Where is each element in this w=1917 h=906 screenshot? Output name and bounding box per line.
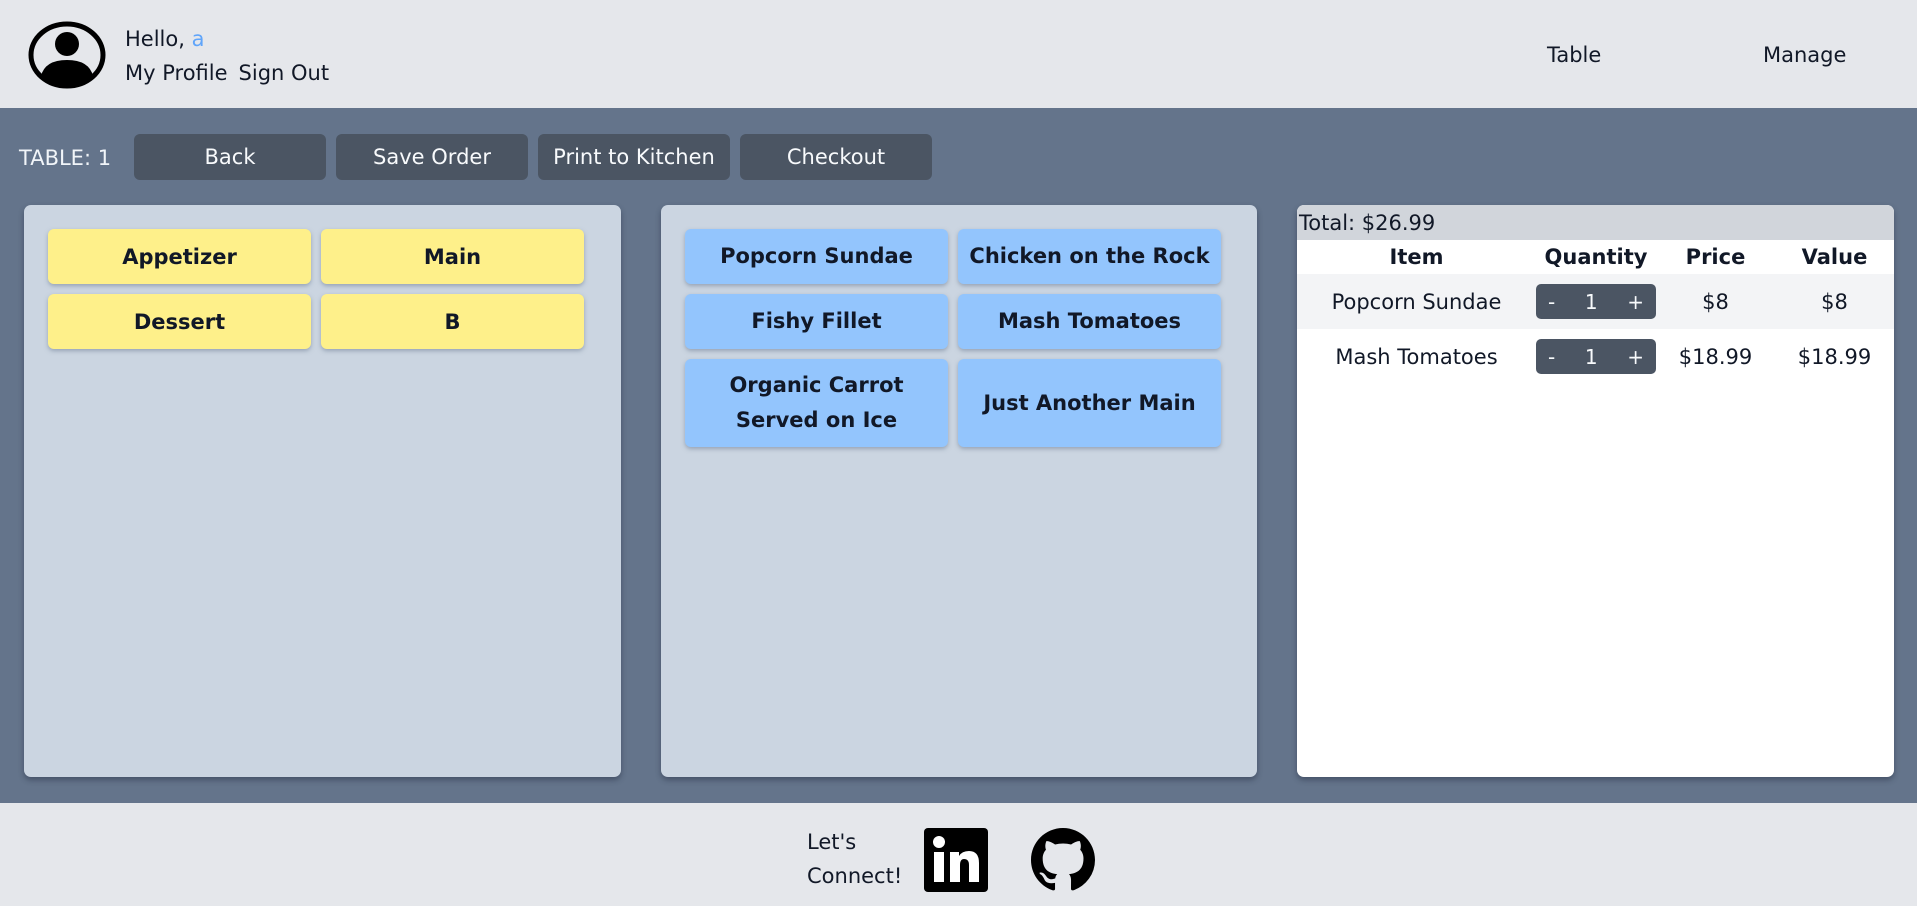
checkout-button[interactable]: Checkout bbox=[740, 134, 932, 180]
quantity-cell: - 1 + bbox=[1536, 274, 1656, 329]
header: Hello, a My Profile Sign Out Table Manag… bbox=[0, 0, 1917, 108]
table-label: TABLE: 1 bbox=[19, 146, 112, 170]
connect-line-2: Connect! bbox=[807, 864, 903, 888]
category-appetizer[interactable]: Appetizer bbox=[48, 229, 311, 284]
column-header-value: Value bbox=[1801, 245, 1868, 269]
order-row: Popcorn Sundae - 1 + $8 $8 bbox=[1297, 274, 1894, 329]
username: a bbox=[191, 27, 205, 51]
order-item-name: Popcorn Sundae bbox=[1297, 274, 1536, 329]
linkedin-icon[interactable] bbox=[924, 828, 988, 892]
quantity-value: 1 bbox=[1584, 344, 1598, 369]
my-profile-link[interactable]: My Profile bbox=[125, 58, 228, 88]
increment-button[interactable]: + bbox=[1627, 290, 1644, 314]
menu-item[interactable]: Organic Carrot Served on Ice bbox=[685, 359, 948, 447]
github-icon[interactable] bbox=[1031, 828, 1095, 892]
footer: Let's Connect! bbox=[0, 803, 1917, 906]
order-item-value: $18.99 bbox=[1797, 344, 1872, 369]
order-panel: Total: $26.99 Item Quantity Price Value … bbox=[1297, 205, 1894, 777]
menu-item[interactable]: Just Another Main bbox=[958, 359, 1221, 447]
order-row: Mash Tomatoes - 1 + $18.99 $18.99 bbox=[1297, 329, 1894, 384]
quantity-value: 1 bbox=[1584, 289, 1598, 314]
menu-items-panel: Popcorn Sundae Chicken on the Rock Fishy… bbox=[661, 205, 1257, 777]
decrement-button[interactable]: - bbox=[1548, 290, 1555, 314]
quantity-cell: - 1 + bbox=[1536, 329, 1656, 384]
category-b[interactable]: B bbox=[321, 294, 584, 349]
nav-table[interactable]: Table bbox=[1547, 40, 1601, 70]
order-item-value: $8 bbox=[1775, 274, 1894, 329]
order-item-name: Mash Tomatoes bbox=[1335, 344, 1498, 369]
menu-item[interactable]: Popcorn Sundae bbox=[685, 229, 948, 284]
order-total: Total: $26.99 bbox=[1297, 205, 1894, 240]
save-order-button[interactable]: Save Order bbox=[336, 134, 528, 180]
user-avatar-icon[interactable] bbox=[27, 20, 107, 90]
order-item-price: $18.99 bbox=[1678, 344, 1753, 369]
category-panel: Appetizer Main Dessert B bbox=[24, 205, 621, 777]
order-table: Item Quantity Price Value Popcorn Sundae… bbox=[1297, 240, 1894, 384]
order-item-price: $8 bbox=[1656, 274, 1775, 329]
quantity-stepper: - 1 + bbox=[1536, 339, 1656, 374]
column-header-item: Item bbox=[1389, 245, 1444, 269]
menu-item[interactable]: Chicken on the Rock bbox=[958, 229, 1221, 284]
decrement-button[interactable]: - bbox=[1548, 345, 1555, 369]
print-to-kitchen-button[interactable]: Print to Kitchen bbox=[538, 134, 730, 180]
increment-button[interactable]: + bbox=[1627, 345, 1644, 369]
menu-items-grid: Popcorn Sundae Chicken on the Rock Fishy… bbox=[685, 229, 1221, 447]
connect-text: Let's Connect! bbox=[807, 825, 902, 893]
category-grid: Appetizer Main Dessert B bbox=[48, 229, 584, 349]
greeting: Hello, a bbox=[125, 24, 204, 54]
menu-item[interactable]: Mash Tomatoes bbox=[958, 294, 1221, 349]
category-dessert[interactable]: Dessert bbox=[48, 294, 311, 349]
back-button[interactable]: Back bbox=[134, 134, 326, 180]
column-header-quantity: Quantity bbox=[1544, 245, 1648, 269]
profile-links: My Profile Sign Out bbox=[125, 58, 329, 88]
column-header-price: Price bbox=[1685, 245, 1746, 269]
order-table-header: Item Quantity Price Value bbox=[1297, 240, 1894, 274]
category-main[interactable]: Main bbox=[321, 229, 584, 284]
nav-manage[interactable]: Manage bbox=[1763, 40, 1846, 70]
menu-item[interactable]: Fishy Fillet bbox=[685, 294, 948, 349]
sign-out-link[interactable]: Sign Out bbox=[239, 58, 330, 88]
quantity-stepper: - 1 + bbox=[1536, 284, 1656, 319]
connect-line-1: Let's bbox=[807, 830, 857, 854]
main-area: TABLE: 1 Back Save Order Print to Kitche… bbox=[0, 108, 1917, 803]
greeting-text: Hello, bbox=[125, 27, 185, 51]
